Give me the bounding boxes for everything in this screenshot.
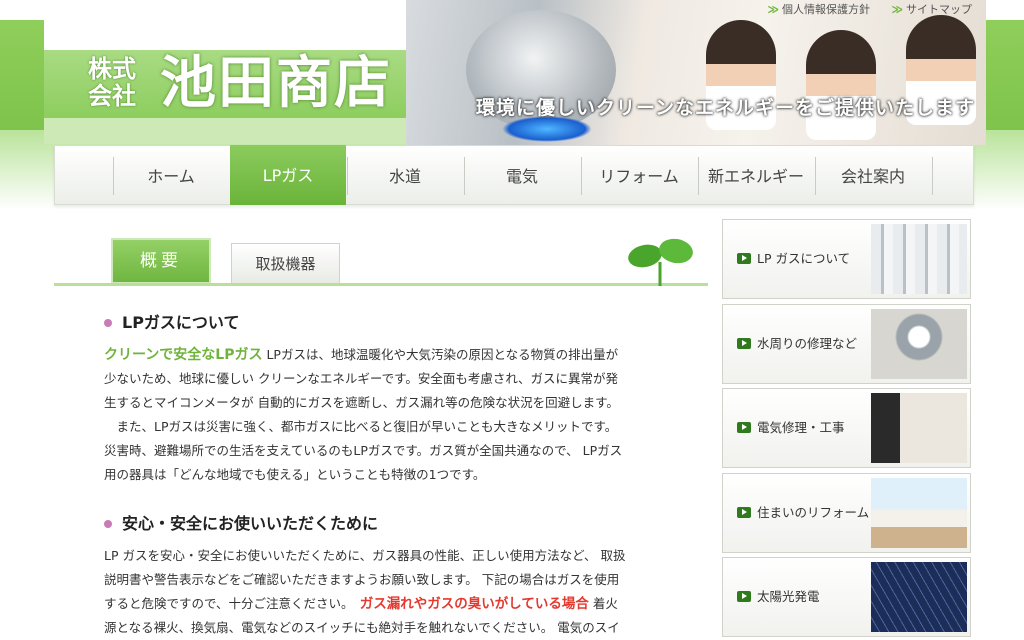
sidebar-item-solar[interactable]: 太陽光発電 xyxy=(722,557,971,637)
privacy-policy-link[interactable]: ≫ 個人情報保護方針 xyxy=(767,3,870,16)
sprout-icon xyxy=(628,238,693,286)
section-body-lp-gas: クリーンで安全なLPガス LPガスは、地球温暖化や大気汚染の原因となる物質の排出… xyxy=(104,343,674,487)
play-arrow-icon xyxy=(737,253,751,264)
sitemap-link[interactable]: ≫ サイトマップ xyxy=(891,3,972,16)
body-line: 少ないため、地球に優しい クリーンなエネルギーです。安全面も考慮され、ガスに異常… xyxy=(104,371,618,386)
highlight-lead: クリーンで安全なLPガス xyxy=(104,347,263,363)
sidebar-item-lp-gas[interactable]: LP ガスについて xyxy=(722,219,971,299)
play-arrow-icon xyxy=(737,507,751,518)
play-arrow-icon xyxy=(737,591,751,602)
body-line: すると危険ですので、十分ご注意ください。 ガス漏れやガスの臭いがしている場合 着… xyxy=(104,596,618,612)
section-body-safety: LP ガスを安心・安全にお使いいただくために、ガス器具の性能、正しい使用方法など… xyxy=(104,544,674,640)
tab-underline xyxy=(54,283,708,286)
hero-tagline: 環境に優しいクリーンなエネルギーをご提供いたします xyxy=(476,97,976,119)
tab-equipment[interactable]: 取扱機器 xyxy=(231,243,340,284)
nav-electricity[interactable]: 電気 xyxy=(464,146,580,204)
nav-new-energy[interactable]: 新エネルギー xyxy=(698,146,814,204)
gas-cylinders-thumbnail xyxy=(871,224,967,294)
warning-highlight: ガス漏れやガスの臭いがしている場合 xyxy=(359,596,589,612)
global-nav: ホーム LPガス 水道 電気 リフォーム 新エネルギー 会社案内 xyxy=(54,145,974,205)
tab-overview[interactable]: 概要 xyxy=(111,238,211,284)
body-line: また、LPガスは災害に強く、都市ガスに比べると復旧が早いことも大きなメリットです… xyxy=(104,419,618,434)
logo-company-name: 池田商店 xyxy=(160,50,392,116)
nav-divider xyxy=(932,157,933,195)
girl-with-phone-image xyxy=(806,30,876,140)
body-line: 災害時、避難場所での生活を支えているのもLPガスです。ガス質が全国共通なので、 … xyxy=(104,443,623,458)
body-line: クリーンで安全なLPガス LPガスは、地球温暖化や大気汚染の原因となる物質の排出… xyxy=(104,347,619,363)
double-chevron-icon: ≫ xyxy=(891,3,903,16)
switch-panel-thumbnail xyxy=(871,393,967,463)
body-line: 生するとマイコンメータが 自動的にガスを遮断し、ガス漏れ等の危険な状況を回避しま… xyxy=(104,395,619,410)
sidebar-item-label: 水周りの修理など xyxy=(737,305,857,383)
body-line: LP ガスを安心・安全にお使いいただくために、ガス器具の性能、正しい使用方法など… xyxy=(104,548,626,563)
bullet-icon xyxy=(104,318,112,327)
bullet-icon xyxy=(104,519,112,528)
nav-lp-gas[interactable]: LPガス xyxy=(230,145,346,205)
sidebar-item-label: 電気修理・工事 xyxy=(737,389,845,467)
sidebar-item-reform[interactable]: 住まいのリフォーム xyxy=(722,473,971,553)
solar-panels-thumbnail xyxy=(871,562,967,632)
nav-company[interactable]: 会社案内 xyxy=(815,146,931,204)
section-heading-safety: 安心・安全にお使いいただくために xyxy=(104,513,378,535)
logo-stripe xyxy=(44,118,406,144)
double-chevron-icon: ≫ xyxy=(767,3,779,16)
nav-home[interactable]: ホーム xyxy=(113,146,229,204)
body-line: 説明書や警告表示などをご確認いただきますようお願い致します。 下記の場合はガスを… xyxy=(104,572,620,587)
play-arrow-icon xyxy=(737,338,751,349)
sidebar-item-label: 住まいのリフォーム xyxy=(737,474,869,552)
logo-company-type: 株式会社 xyxy=(88,55,136,110)
section-heading-lp-gas: LPガスについて xyxy=(104,312,239,334)
body-line: 用の器具は「どんな地域でも使える」ということも特徴の1つです。 xyxy=(104,467,486,482)
play-arrow-icon xyxy=(737,422,751,433)
sidebar-item-label: 太陽光発電 xyxy=(737,558,820,636)
sidebar-item-water-repair[interactable]: 水周りの修理など xyxy=(722,304,971,384)
faucet-thumbnail xyxy=(871,309,967,379)
body-line: 源となる裸火、換気扇、電気などのスイッチにも絶対手を触れないでください。 電気の… xyxy=(104,620,620,635)
kitchen-thumbnail xyxy=(871,478,967,548)
nav-reform[interactable]: リフォーム xyxy=(581,146,697,204)
hero-image xyxy=(406,0,986,145)
top-links: ≫ 個人情報保護方針 ≫ サイトマップ xyxy=(749,3,972,17)
sidebar-item-electrical[interactable]: 電気修理・工事 xyxy=(722,388,971,468)
sidebar-item-label: LP ガスについて xyxy=(737,220,850,298)
nav-water[interactable]: 水道 xyxy=(347,146,463,204)
